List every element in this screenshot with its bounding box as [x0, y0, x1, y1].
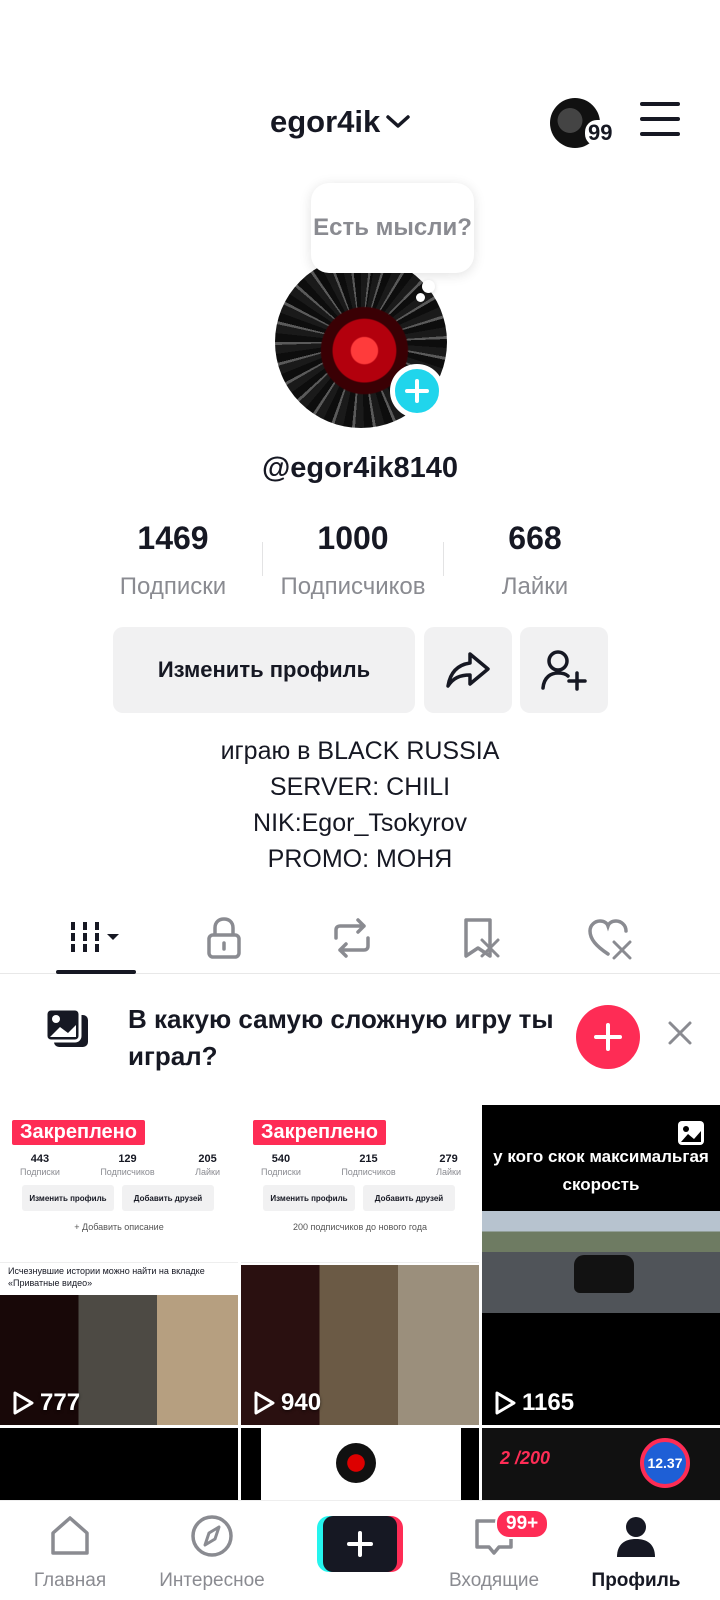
home-icon — [51, 1516, 89, 1555]
nav-label: Интересное — [159, 1570, 265, 1591]
profile-bio: играю в BLACK RUSSIA SERVER: CHILI NIK:E… — [0, 733, 720, 877]
video-thumbnail[interactable]: у кого скок максимальгая скорость 1165 — [482, 1105, 720, 1425]
thumbnail-notice: Исчезнувшие истории можно найти на вклад… — [8, 1266, 205, 1288]
close-icon[interactable] — [664, 1017, 696, 1049]
lock-icon — [207, 917, 241, 959]
play-icon — [495, 1391, 516, 1415]
stat-following[interactable]: 1469 Подписки — [88, 520, 258, 601]
active-tab-indicator — [56, 970, 136, 974]
tab-favorites[interactable] — [440, 910, 520, 966]
stat-likes[interactable]: 668 Лайки — [450, 520, 620, 601]
menu-icon[interactable] — [640, 102, 680, 136]
thumbnail-text: 200 подписчиков до нового года — [293, 1222, 427, 1232]
stat-label: Подписки — [119, 573, 227, 600]
bookmark-icon — [464, 918, 500, 958]
pinned-badge: Закреплено — [253, 1120, 386, 1145]
chevron-down-icon — [386, 115, 411, 128]
prompt-question: В какую самую сложную игру ты играл? — [128, 1004, 554, 1071]
profile-handle: @egor4ik8140 — [262, 452, 458, 484]
play-icon — [254, 1391, 275, 1415]
bio-line: NIK:Egor_Tsokyrov — [253, 809, 467, 837]
thumbnail-tabs — [241, 1241, 479, 1263]
thumbnail-car — [574, 1255, 634, 1293]
bio-line: SERVER: CHILI — [269, 773, 451, 801]
account-switcher[interactable]: egor4ik — [270, 104, 411, 140]
video-thumbnail[interactable]: 2 /200 12.37 — [482, 1428, 720, 1500]
edit-profile-button[interactable]: Изменить профиль — [113, 627, 415, 713]
thumbnail-text: + Добавить описание — [74, 1222, 164, 1232]
add-friends-button[interactable] — [520, 627, 608, 713]
thumbnail-caption: у кого скок максимальгая скорость — [493, 1147, 709, 1194]
stat-followers[interactable]: 1000 Подписчиков — [268, 520, 438, 601]
videos-grid-icon — [71, 922, 119, 954]
share-icon — [446, 652, 490, 688]
content-tabs — [0, 900, 720, 974]
divider — [443, 542, 444, 576]
create-button[interactable] — [317, 1516, 403, 1572]
stat-value: 1000 — [317, 520, 389, 556]
add-story-button[interactable] — [390, 364, 444, 418]
plus-icon — [347, 1531, 373, 1557]
profile-stats: 1469 Подписки 1000 Подписчиков 668 Лайки — [110, 520, 600, 600]
stat-label: Лайки — [501, 573, 569, 600]
view-count: 777 — [12, 1389, 80, 1417]
tab-liked[interactable] — [570, 910, 650, 966]
tab-videos[interactable] — [56, 910, 136, 966]
pinned-badge: Закреплено — [12, 1120, 145, 1145]
account-badge: 99 — [585, 120, 616, 146]
video-thumbnail[interactable]: Закреплено 443 Подписки 129 Подписчиков 20… — [0, 1105, 238, 1425]
thumbnail-buttons: Изменить профиль Добавить друзей — [22, 1185, 214, 1211]
video-thumbnail[interactable] — [241, 1428, 479, 1500]
stat-label: Подписчиков — [280, 573, 426, 600]
bubble-dot — [416, 293, 425, 302]
top-bar: egor4ik 99 — [0, 90, 720, 160]
divider — [262, 542, 263, 576]
profile-avatar-container — [275, 256, 447, 428]
bubble-dot — [422, 280, 435, 293]
stat-value: 668 — [508, 520, 562, 556]
video-grid: Закреплено 443 Подписки 129 Подписчиков 20… — [0, 1105, 720, 1500]
thumbnail-stats: 443 Подписки 129 Подписчиков 205 Лайки — [20, 1153, 220, 1177]
bottom-navigation: Главная Интересное Входящие 99+ Профиль — [0, 1500, 720, 1600]
bio-line: PROMO: МОНЯ — [267, 845, 453, 873]
nav-profile[interactable]: Профиль — [576, 1513, 696, 1592]
nav-label: Входящие — [448, 1570, 540, 1591]
nav-home[interactable]: Главная — [10, 1513, 130, 1592]
compass-icon — [191, 1515, 233, 1557]
story-prompt: В какую самую сложную игру ты играл? — [0, 975, 720, 1085]
thought-bubble[interactable]: Есть мысли? — [311, 183, 474, 273]
play-icon — [13, 1391, 34, 1415]
nav-label: Главная — [33, 1570, 107, 1591]
nav-discover[interactable]: Интересное — [152, 1513, 272, 1592]
thumbnail-buttons: Изменить профиль Добавить друзей — [263, 1185, 455, 1211]
view-count: 940 — [253, 1389, 321, 1417]
inbox-badge: 99+ — [495, 1509, 550, 1539]
username: egor4ik — [270, 104, 381, 139]
bio-line: играю в BLACK RUSSIA — [220, 737, 500, 765]
add-user-icon — [541, 650, 587, 691]
thumbnail-badge: 12.37 — [640, 1438, 690, 1488]
thumbnail-stats: 540 Подписки 215 Подписчиков 279 Лайки — [261, 1153, 461, 1177]
thumbnail-tabs — [0, 1241, 238, 1263]
share-profile-button[interactable] — [424, 627, 512, 713]
tab-reposts[interactable] — [312, 910, 392, 966]
view-count: 1165 — [494, 1389, 574, 1417]
tab-private[interactable] — [184, 910, 264, 966]
photo-stack-icon — [44, 1007, 88, 1047]
liked-icon — [588, 919, 632, 960]
plus-icon — [405, 379, 429, 403]
prompt-add-button[interactable] — [576, 1005, 640, 1069]
profile-icon — [617, 1517, 655, 1557]
stat-value: 1469 — [137, 520, 209, 556]
plus-icon — [594, 1023, 622, 1051]
video-thumbnail[interactable]: Закреплено 540 Подписки 215 Подписчиков 27… — [241, 1105, 479, 1425]
repost-icon — [334, 918, 370, 958]
thumbnail-avatar — [336, 1443, 376, 1483]
video-thumbnail[interactable] — [0, 1428, 238, 1500]
nav-label: Профиль — [591, 1570, 681, 1591]
thumbnail-caption: 2 /200 — [500, 1448, 551, 1468]
